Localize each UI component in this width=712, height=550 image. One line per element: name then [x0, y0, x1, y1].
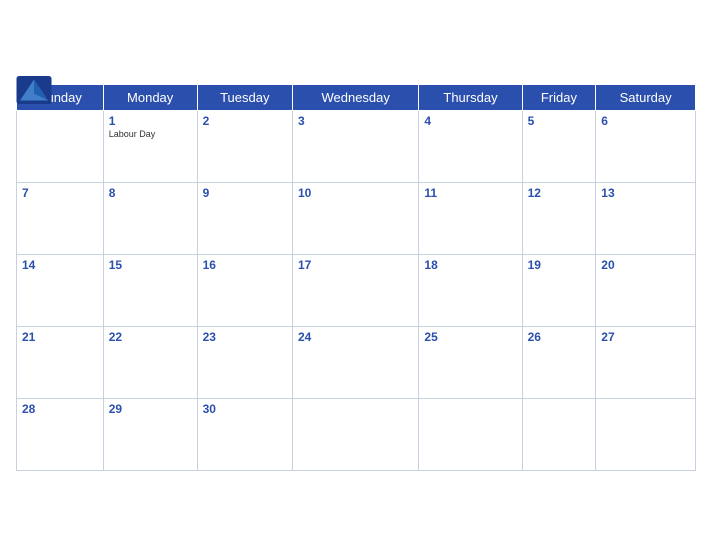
day-header-wednesday: Wednesday: [292, 84, 418, 110]
day-number: 2: [203, 114, 287, 128]
day-number: 19: [528, 258, 591, 272]
calendar-cell: [17, 110, 104, 182]
day-number: 26: [528, 330, 591, 344]
calendar-cell: 6: [596, 110, 696, 182]
day-number: 4: [424, 114, 516, 128]
day-number: 5: [528, 114, 591, 128]
week-row-2: 789 10 11 12 13: [17, 182, 696, 254]
calendar-cell: 7: [17, 182, 104, 254]
calendar-cell: 26: [522, 326, 596, 398]
calendar-cell: 12: [522, 182, 596, 254]
day-number: 23: [203, 330, 287, 344]
day-header-monday: Monday: [103, 84, 197, 110]
calendar-table: SundayMondayTuesdayWednesdayThursdayFrid…: [16, 84, 696, 471]
calendar-cell: 14: [17, 254, 104, 326]
calendar-cell: [596, 398, 696, 470]
day-header-thursday: Thursday: [419, 84, 522, 110]
day-number: 13: [601, 186, 690, 200]
day-number: 10: [298, 186, 413, 200]
day-number: 14: [22, 258, 98, 272]
calendar-cell: 27: [596, 326, 696, 398]
day-number: 18: [424, 258, 516, 272]
week-row-5: 28 29 30: [17, 398, 696, 470]
day-number: 22: [109, 330, 192, 344]
day-number: 15: [109, 258, 192, 272]
day-number: 21: [22, 330, 98, 344]
week-row-1: 1Labour Day 23456: [17, 110, 696, 182]
calendar-cell: 23: [197, 326, 292, 398]
day-number: 1: [109, 114, 192, 128]
calendar-cell: 18: [419, 254, 522, 326]
calendar-cell: 28: [17, 398, 104, 470]
day-header-tuesday: Tuesday: [197, 84, 292, 110]
day-number: 8: [109, 186, 192, 200]
day-number: 3: [298, 114, 413, 128]
calendar-cell: 15: [103, 254, 197, 326]
calendar-cell: 8: [103, 182, 197, 254]
calendar-cell: 25: [419, 326, 522, 398]
calendar-cell: 2: [197, 110, 292, 182]
logo-area: [16, 76, 52, 104]
calendar-cell: 22: [103, 326, 197, 398]
calendar-cell: [292, 398, 418, 470]
calendar-cell: [522, 398, 596, 470]
day-number: 28: [22, 402, 98, 416]
calendar-wrapper: SundayMondayTuesdayWednesdayThursdayFrid…: [0, 64, 712, 487]
calendar-cell: 17: [292, 254, 418, 326]
calendar-cell: [419, 398, 522, 470]
week-row-3: 14 15 16 17 18 19 20: [17, 254, 696, 326]
days-header-row: SundayMondayTuesdayWednesdayThursdayFrid…: [17, 84, 696, 110]
calendar-cell: 30: [197, 398, 292, 470]
calendar-cell: 1Labour Day: [103, 110, 197, 182]
calendar-cell: 20: [596, 254, 696, 326]
calendar-cell: 16: [197, 254, 292, 326]
day-number: 17: [298, 258, 413, 272]
day-header-friday: Friday: [522, 84, 596, 110]
calendar-cell: 21: [17, 326, 104, 398]
day-number: 6: [601, 114, 690, 128]
day-number: 7: [22, 186, 98, 200]
day-number: 20: [601, 258, 690, 272]
calendar-cell: 11: [419, 182, 522, 254]
calendar-cell: 19: [522, 254, 596, 326]
day-number: 24: [298, 330, 413, 344]
day-number: 25: [424, 330, 516, 344]
day-number: 29: [109, 402, 192, 416]
calendar-cell: 5: [522, 110, 596, 182]
calendar-cell: 24: [292, 326, 418, 398]
calendar-cell: 13: [596, 182, 696, 254]
day-number: 9: [203, 186, 287, 200]
day-number: 30: [203, 402, 287, 416]
day-number: 11: [424, 186, 516, 200]
day-number: 27: [601, 330, 690, 344]
day-number: 12: [528, 186, 591, 200]
day-number: 16: [203, 258, 287, 272]
calendar-cell: 9: [197, 182, 292, 254]
calendar-cell: 10: [292, 182, 418, 254]
holiday-label: Labour Day: [109, 129, 192, 139]
week-row-4: 21 22 23 24 25 26 27: [17, 326, 696, 398]
calendar-cell: 4: [419, 110, 522, 182]
calendar-cell: 3: [292, 110, 418, 182]
generalblue-logo-icon: [16, 76, 52, 104]
calendar-cell: 29: [103, 398, 197, 470]
day-header-saturday: Saturday: [596, 84, 696, 110]
